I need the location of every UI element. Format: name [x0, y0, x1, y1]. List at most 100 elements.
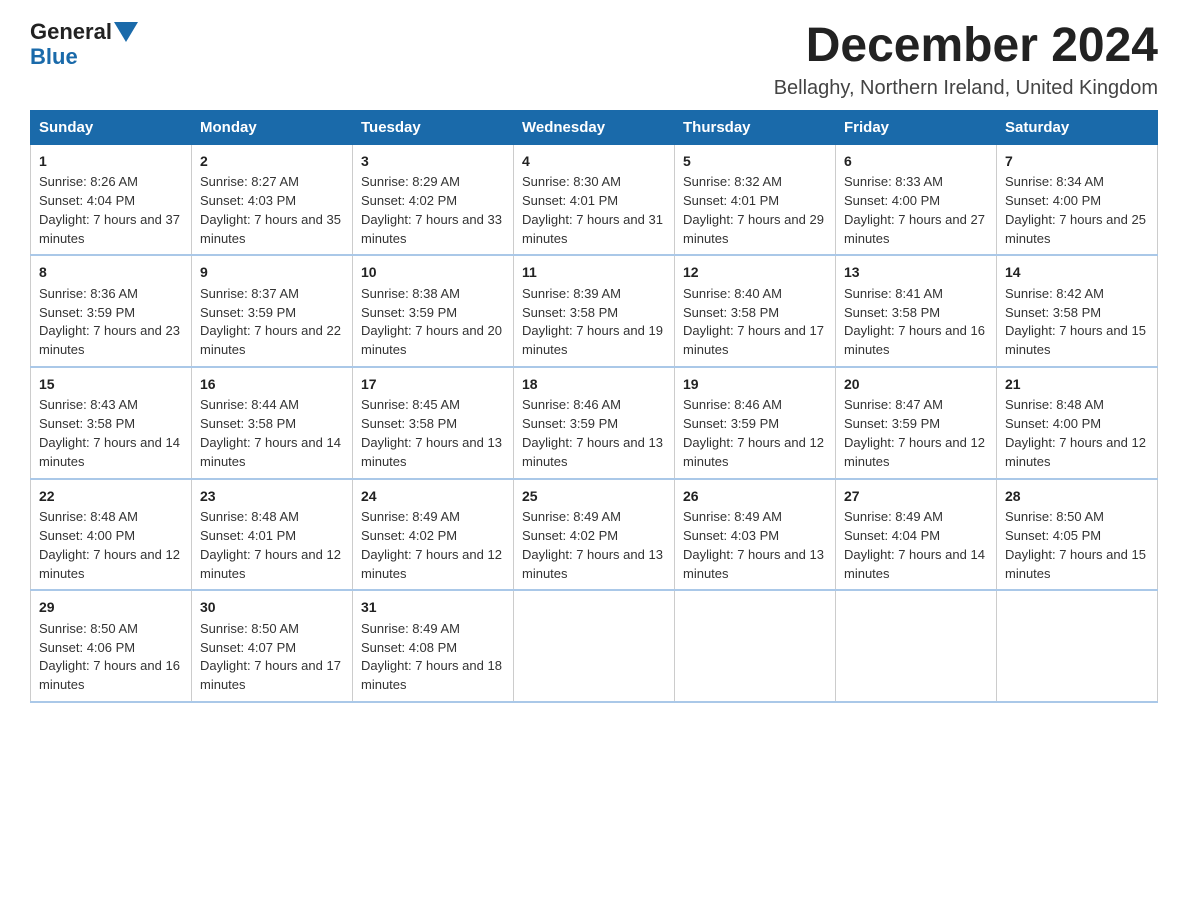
- day-daylight: Daylight: 7 hours and 13 minutes: [522, 435, 663, 469]
- header-saturday: Saturday: [997, 110, 1158, 144]
- day-daylight: Daylight: 7 hours and 17 minutes: [200, 658, 341, 692]
- header-thursday: Thursday: [675, 110, 836, 144]
- day-number: 28: [1005, 486, 1149, 506]
- day-sunrise: Sunrise: 8:40 AM: [683, 286, 782, 301]
- day-sunset: Sunset: 4:03 PM: [200, 193, 296, 208]
- day-cell: 29 Sunrise: 8:50 AM Sunset: 4:06 PM Dayl…: [31, 590, 192, 702]
- title-area: December 2024 Bellaghy, Northern Ireland…: [774, 20, 1158, 100]
- day-number: 27: [844, 486, 988, 506]
- header-wednesday: Wednesday: [514, 110, 675, 144]
- day-number: 5: [683, 151, 827, 171]
- day-daylight: Daylight: 7 hours and 22 minutes: [200, 323, 341, 357]
- day-sunrise: Sunrise: 8:38 AM: [361, 286, 460, 301]
- day-cell: [514, 590, 675, 702]
- day-cell: 15 Sunrise: 8:43 AM Sunset: 3:58 PM Dayl…: [31, 367, 192, 479]
- day-daylight: Daylight: 7 hours and 14 minutes: [39, 435, 180, 469]
- day-sunset: Sunset: 4:02 PM: [361, 193, 457, 208]
- day-daylight: Daylight: 7 hours and 18 minutes: [361, 658, 502, 692]
- day-sunset: Sunset: 4:00 PM: [1005, 193, 1101, 208]
- day-cell: 20 Sunrise: 8:47 AM Sunset: 3:59 PM Dayl…: [836, 367, 997, 479]
- header-friday: Friday: [836, 110, 997, 144]
- day-sunset: Sunset: 4:04 PM: [844, 528, 940, 543]
- day-sunset: Sunset: 3:58 PM: [522, 305, 618, 320]
- day-sunrise: Sunrise: 8:49 AM: [683, 509, 782, 524]
- day-cell: [675, 590, 836, 702]
- day-daylight: Daylight: 7 hours and 23 minutes: [39, 323, 180, 357]
- day-cell: 7 Sunrise: 8:34 AM Sunset: 4:00 PM Dayli…: [997, 144, 1158, 255]
- day-sunrise: Sunrise: 8:48 AM: [39, 509, 138, 524]
- day-daylight: Daylight: 7 hours and 16 minutes: [39, 658, 180, 692]
- day-number: 20: [844, 374, 988, 394]
- day-sunrise: Sunrise: 8:50 AM: [1005, 509, 1104, 524]
- day-number: 3: [361, 151, 505, 171]
- day-sunrise: Sunrise: 8:32 AM: [683, 174, 782, 189]
- day-number: 31: [361, 597, 505, 617]
- day-daylight: Daylight: 7 hours and 12 minutes: [844, 435, 985, 469]
- day-sunset: Sunset: 3:58 PM: [683, 305, 779, 320]
- day-daylight: Daylight: 7 hours and 31 minutes: [522, 212, 663, 246]
- day-sunset: Sunset: 4:07 PM: [200, 640, 296, 655]
- day-daylight: Daylight: 7 hours and 13 minutes: [361, 435, 502, 469]
- day-cell: [997, 590, 1158, 702]
- day-daylight: Daylight: 7 hours and 12 minutes: [39, 547, 180, 581]
- day-number: 14: [1005, 262, 1149, 282]
- day-sunset: Sunset: 4:06 PM: [39, 640, 135, 655]
- day-sunset: Sunset: 4:00 PM: [1005, 416, 1101, 431]
- day-cell: 19 Sunrise: 8:46 AM Sunset: 3:59 PM Dayl…: [675, 367, 836, 479]
- day-number: 4: [522, 151, 666, 171]
- day-sunset: Sunset: 4:01 PM: [683, 193, 779, 208]
- day-number: 12: [683, 262, 827, 282]
- day-cell: 2 Sunrise: 8:27 AM Sunset: 4:03 PM Dayli…: [192, 144, 353, 255]
- day-number: 16: [200, 374, 344, 394]
- day-sunrise: Sunrise: 8:39 AM: [522, 286, 621, 301]
- day-sunset: Sunset: 4:00 PM: [844, 193, 940, 208]
- day-sunrise: Sunrise: 8:30 AM: [522, 174, 621, 189]
- day-sunset: Sunset: 3:59 PM: [522, 416, 618, 431]
- day-cell: 25 Sunrise: 8:49 AM Sunset: 4:02 PM Dayl…: [514, 479, 675, 591]
- day-daylight: Daylight: 7 hours and 13 minutes: [683, 547, 824, 581]
- day-cell: 24 Sunrise: 8:49 AM Sunset: 4:02 PM Dayl…: [353, 479, 514, 591]
- day-cell: 1 Sunrise: 8:26 AM Sunset: 4:04 PM Dayli…: [31, 144, 192, 255]
- day-cell: 17 Sunrise: 8:45 AM Sunset: 3:58 PM Dayl…: [353, 367, 514, 479]
- day-cell: 27 Sunrise: 8:49 AM Sunset: 4:04 PM Dayl…: [836, 479, 997, 591]
- day-cell: 23 Sunrise: 8:48 AM Sunset: 4:01 PM Dayl…: [192, 479, 353, 591]
- day-sunset: Sunset: 4:00 PM: [39, 528, 135, 543]
- day-sunrise: Sunrise: 8:48 AM: [1005, 397, 1104, 412]
- day-daylight: Daylight: 7 hours and 20 minutes: [361, 323, 502, 357]
- day-cell: 26 Sunrise: 8:49 AM Sunset: 4:03 PM Dayl…: [675, 479, 836, 591]
- day-sunset: Sunset: 4:08 PM: [361, 640, 457, 655]
- day-sunset: Sunset: 4:01 PM: [200, 528, 296, 543]
- day-cell: 28 Sunrise: 8:50 AM Sunset: 4:05 PM Dayl…: [997, 479, 1158, 591]
- day-daylight: Daylight: 7 hours and 12 minutes: [1005, 435, 1146, 469]
- day-cell: 22 Sunrise: 8:48 AM Sunset: 4:00 PM Dayl…: [31, 479, 192, 591]
- header-row: SundayMondayTuesdayWednesdayThursdayFrid…: [31, 110, 1158, 144]
- day-sunrise: Sunrise: 8:41 AM: [844, 286, 943, 301]
- day-number: 1: [39, 151, 183, 171]
- day-sunrise: Sunrise: 8:29 AM: [361, 174, 460, 189]
- day-sunrise: Sunrise: 8:37 AM: [200, 286, 299, 301]
- day-number: 29: [39, 597, 183, 617]
- day-daylight: Daylight: 7 hours and 15 minutes: [1005, 323, 1146, 357]
- calendar-table: SundayMondayTuesdayWednesdayThursdayFrid…: [30, 110, 1158, 703]
- header-tuesday: Tuesday: [353, 110, 514, 144]
- logo: General Blue: [30, 20, 140, 70]
- calendar-header: SundayMondayTuesdayWednesdayThursdayFrid…: [31, 110, 1158, 144]
- day-number: 17: [361, 374, 505, 394]
- day-sunset: Sunset: 3:58 PM: [361, 416, 457, 431]
- logo-general-text: General: [30, 20, 112, 44]
- header: General Blue December 2024 Bellaghy, Nor…: [30, 20, 1158, 100]
- day-number: 26: [683, 486, 827, 506]
- day-daylight: Daylight: 7 hours and 14 minutes: [200, 435, 341, 469]
- day-number: 25: [522, 486, 666, 506]
- day-cell: 12 Sunrise: 8:40 AM Sunset: 3:58 PM Dayl…: [675, 255, 836, 367]
- day-sunrise: Sunrise: 8:26 AM: [39, 174, 138, 189]
- day-sunrise: Sunrise: 8:49 AM: [361, 621, 460, 636]
- day-number: 9: [200, 262, 344, 282]
- day-sunrise: Sunrise: 8:45 AM: [361, 397, 460, 412]
- day-sunset: Sunset: 3:59 PM: [361, 305, 457, 320]
- day-sunrise: Sunrise: 8:44 AM: [200, 397, 299, 412]
- day-cell: 5 Sunrise: 8:32 AM Sunset: 4:01 PM Dayli…: [675, 144, 836, 255]
- day-sunset: Sunset: 4:02 PM: [361, 528, 457, 543]
- day-sunset: Sunset: 3:58 PM: [200, 416, 296, 431]
- header-monday: Monday: [192, 110, 353, 144]
